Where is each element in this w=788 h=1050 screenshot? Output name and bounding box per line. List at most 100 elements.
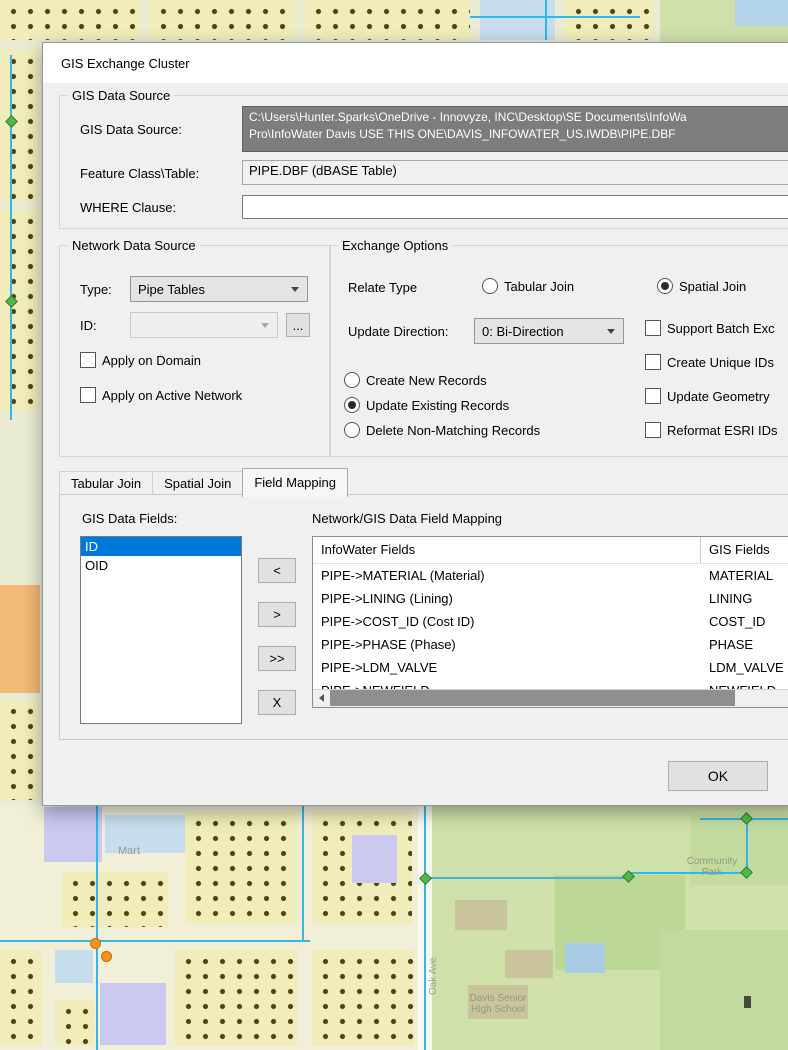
group-legend: Exchange Options bbox=[338, 238, 453, 253]
checkbox-apply-on-active-network[interactable]: Apply on Active Network bbox=[80, 387, 242, 403]
move-left-button[interactable]: < bbox=[258, 558, 296, 583]
map-label-street: Oak Ave bbox=[428, 957, 439, 995]
radio-create-new-records[interactable]: Create New Records bbox=[344, 372, 487, 388]
checkbox-update-geometry[interactable]: Update Geometry bbox=[645, 388, 770, 404]
map-building bbox=[455, 900, 507, 930]
map-pipe bbox=[470, 16, 640, 18]
cell-infowater: PIPE->MATERIAL (Material) bbox=[321, 568, 485, 583]
map-pipe bbox=[10, 55, 12, 420]
ok-button[interactable]: OK bbox=[668, 761, 768, 791]
tab-field-mapping[interactable]: Field Mapping bbox=[242, 468, 348, 497]
map-parcel bbox=[44, 807, 102, 862]
map-parcel bbox=[0, 950, 42, 1045]
where-clause-label: WHERE Clause: bbox=[80, 200, 177, 215]
list-item[interactable]: OID bbox=[81, 556, 241, 575]
column-header-infowater-fields: InfoWater Fields bbox=[313, 537, 701, 563]
update-direction-label: Update Direction: bbox=[348, 324, 449, 339]
map-parcel bbox=[480, 0, 555, 40]
table-row[interactable]: PIPE->MATERIAL (Material) MATERIAL bbox=[313, 564, 788, 587]
gis-data-source-path-field[interactable]: C:\Users\Hunter.Sparks\OneDrive - Innovy… bbox=[242, 106, 788, 152]
map-building bbox=[505, 950, 553, 978]
table-row[interactable]: PIPE->COST_ID (Cost ID) COST_ID bbox=[313, 610, 788, 633]
cell-gis: PHASE bbox=[709, 637, 754, 652]
radio-label: Spatial Join bbox=[679, 278, 747, 294]
dialog-titlebar[interactable]: GIS Exchange Cluster bbox=[43, 43, 788, 83]
id-browse-button[interactable]: ... bbox=[286, 313, 310, 337]
checkbox-create-unique-ids[interactable]: Create Unique IDs bbox=[645, 354, 774, 370]
map-parcel bbox=[55, 1000, 95, 1045]
feature-class-label: Feature Class\Table: bbox=[80, 166, 200, 181]
checkbox-label: Reformat ESRI IDs bbox=[667, 422, 778, 438]
type-label: Type: bbox=[80, 282, 112, 297]
move-right-button[interactable]: > bbox=[258, 602, 296, 627]
checkbox-support-batch-exchange[interactable]: Support Batch Exc bbox=[645, 320, 775, 336]
field-mapping-table[interactable]: InfoWater Fields GIS Fields PIPE->MATERI… bbox=[312, 536, 788, 708]
relate-type-label: Relate Type bbox=[348, 280, 418, 295]
id-label: ID: bbox=[80, 318, 97, 333]
table-row[interactable]: PIPE->LDM_VALVE LDM_VALVE bbox=[313, 656, 788, 679]
radio-update-existing-records[interactable]: Update Existing Records bbox=[344, 397, 509, 413]
map-label-school: Davis Senior High School bbox=[469, 993, 527, 1015]
column-header-gis-fields: GIS Fields bbox=[709, 542, 770, 557]
group-gis-data-source: GIS Data Source GIS Data Source: C:\User… bbox=[59, 88, 788, 229]
map-pipe bbox=[424, 805, 426, 1050]
gis-data-source-label: GIS Data Source: bbox=[80, 122, 182, 137]
table-header: InfoWater Fields GIS Fields bbox=[313, 537, 788, 564]
map-parcel bbox=[175, 950, 297, 1046]
table-row[interactable]: PIPE->LINING (Lining) LINING bbox=[313, 587, 788, 610]
id-browse-label: ... bbox=[292, 317, 304, 333]
map-parcel bbox=[352, 835, 397, 883]
map-pipe bbox=[96, 805, 98, 1050]
horizontal-scrollbar[interactable] bbox=[313, 689, 788, 707]
button-label: > bbox=[273, 607, 281, 622]
map-parcel bbox=[312, 950, 414, 1046]
table-row[interactable]: PIPE->PHASE (Phase) PHASE bbox=[313, 633, 788, 656]
radio-icon bbox=[482, 278, 498, 294]
gis-fields-listbox[interactable]: ID OID bbox=[80, 536, 242, 724]
id-combo[interactable] bbox=[130, 312, 278, 338]
radio-icon bbox=[344, 397, 360, 413]
scrollbar-thumb[interactable] bbox=[330, 690, 735, 706]
checkbox-icon bbox=[645, 354, 661, 370]
checkbox-reformat-esri-ids[interactable]: Reformat ESRI IDs bbox=[645, 422, 778, 438]
update-direction-combo[interactable]: 0: Bi-Direction bbox=[474, 318, 624, 344]
radio-label: Update Existing Records bbox=[366, 397, 510, 413]
cell-infowater: PIPE->LDM_VALVE bbox=[321, 660, 438, 675]
tab-tabular-join[interactable]: Tabular Join bbox=[59, 471, 154, 496]
radio-spatial-join[interactable]: Spatial Join bbox=[657, 278, 746, 294]
cell-gis: MATERIAL bbox=[709, 568, 774, 583]
map-parcel bbox=[0, 700, 40, 800]
gis-data-fields-label: GIS Data Fields: bbox=[82, 511, 178, 526]
checkbox-apply-on-domain[interactable]: Apply on Domain bbox=[80, 352, 201, 368]
list-item[interactable]: ID bbox=[81, 537, 241, 556]
tab-spatial-join[interactable]: Spatial Join bbox=[152, 471, 244, 496]
checkbox-icon bbox=[80, 387, 96, 403]
map-label-park: Community Park bbox=[686, 856, 738, 878]
group-legend: GIS Data Source bbox=[68, 88, 175, 103]
radio-tabular-join[interactable]: Tabular Join bbox=[482, 278, 574, 294]
remove-mapping-button[interactable]: X bbox=[258, 690, 296, 715]
map-junction-icon bbox=[101, 951, 112, 962]
radio-icon bbox=[344, 372, 360, 388]
group-legend: Network Data Source bbox=[68, 238, 200, 253]
feature-class-field[interactable]: PIPE.DBF (dBASE Table) bbox=[242, 160, 788, 185]
group-network-data-source: Network Data Source Type: Pipe Tables ID… bbox=[59, 238, 331, 457]
map-parcel bbox=[735, 0, 788, 26]
type-combo[interactable]: Pipe Tables bbox=[130, 276, 308, 302]
radio-label: Tabular Join bbox=[504, 278, 575, 294]
screen: Mart Davis Senior High School Community … bbox=[0, 0, 788, 1050]
update-direction-value: 0: Bi-Direction bbox=[482, 323, 564, 339]
gis-exchange-cluster-dialog: GIS Exchange Cluster GIS Data Source GIS… bbox=[42, 42, 788, 806]
scroll-left-arrow-icon[interactable] bbox=[313, 690, 330, 706]
map-pipe bbox=[545, 0, 547, 40]
radio-delete-non-matching-records[interactable]: Delete Non-Matching Records bbox=[344, 422, 540, 438]
tab-label: Tabular Join bbox=[71, 476, 142, 491]
where-clause-input[interactable] bbox=[242, 195, 788, 219]
checkbox-label: Create Unique IDs bbox=[667, 354, 774, 370]
map-trees bbox=[660, 930, 788, 1050]
cell-infowater: PIPE->LINING (Lining) bbox=[321, 591, 453, 606]
move-all-right-button[interactable]: >> bbox=[258, 646, 296, 671]
radio-label: Create New Records bbox=[366, 372, 487, 388]
checkbox-label: Update Geometry bbox=[667, 388, 770, 404]
map-parcel bbox=[305, 0, 470, 40]
